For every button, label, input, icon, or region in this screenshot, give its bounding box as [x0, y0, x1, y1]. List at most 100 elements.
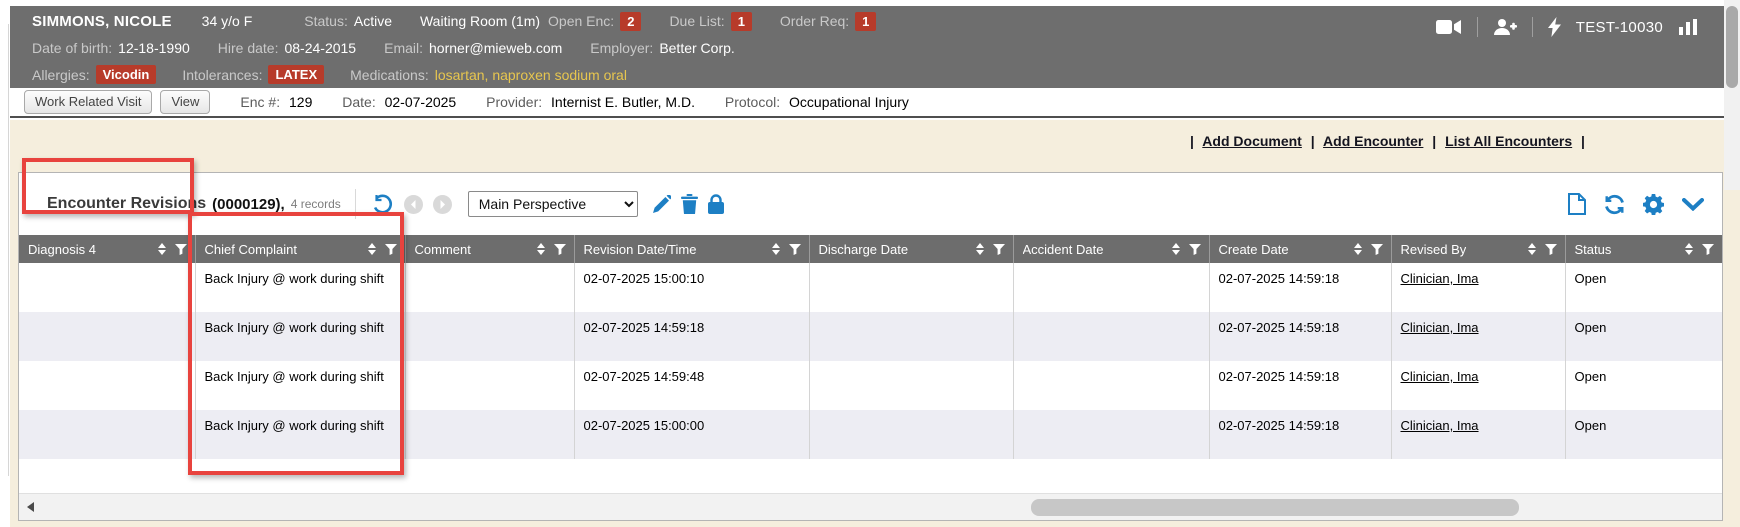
new-document-icon[interactable] [1568, 193, 1586, 215]
add-person-icon[interactable] [1493, 18, 1517, 36]
medications-value: losartan, naproxen sodium oral [435, 67, 627, 83]
filter-icon[interactable] [1702, 244, 1714, 255]
order-req-label: Order Req: [780, 13, 849, 29]
sort-icon[interactable] [158, 243, 166, 255]
collapse-chevron-icon[interactable] [1682, 198, 1704, 211]
column-header-comment[interactable]: Comment [405, 235, 574, 263]
sort-icon[interactable] [1172, 243, 1180, 255]
column-header-chief_complaint[interactable]: Chief Complaint [195, 235, 405, 263]
cell-comment [405, 361, 574, 410]
link-separator: | [1190, 133, 1194, 149]
hire-date-label: Hire date: [218, 40, 279, 56]
sort-icon[interactable] [772, 243, 780, 255]
column-header-revision_datetime[interactable]: Revision Date/Time [574, 235, 809, 263]
filter-icon[interactable] [1189, 244, 1201, 255]
edit-perspective-button[interactable] [652, 195, 671, 214]
column-label: Chief Complaint [205, 242, 298, 257]
add-document-link[interactable]: Add Document [1202, 133, 1302, 149]
video-call-icon[interactable] [1436, 19, 1462, 35]
cell-status: Open [1565, 410, 1722, 459]
enc-number-value: 129 [289, 94, 312, 110]
filter-icon[interactable] [175, 244, 187, 255]
refresh-icon[interactable] [1604, 194, 1625, 215]
table-row: Back Injury @ work during shift02-07-202… [19, 361, 1722, 410]
vertical-scrollbar-thumb[interactable] [1726, 6, 1738, 88]
filter-icon[interactable] [554, 244, 566, 255]
flowsheet-chart-icon[interactable] [1678, 19, 1698, 35]
column-header-discharge_date[interactable]: Discharge Date [809, 235, 1013, 263]
undo-button[interactable] [372, 194, 394, 214]
filter-icon[interactable] [789, 244, 801, 255]
filter-icon[interactable] [1545, 244, 1557, 255]
encounter-revisions-table: Diagnosis 4 Chief Complaint Comment Revisio… [19, 235, 1722, 459]
horizontal-scrollbar[interactable] [19, 493, 1722, 520]
open-enc-badge[interactable]: 2 [620, 12, 641, 31]
filter-icon[interactable] [993, 244, 1005, 255]
sort-icon[interactable] [1528, 243, 1536, 255]
column-label: Revision Date/Time [584, 242, 697, 257]
banner-icon-group: TEST-10030 [1436, 14, 1698, 40]
cell-revised_by: Clinician, Ima [1391, 410, 1565, 459]
sort-icon[interactable] [1685, 243, 1693, 255]
column-header-status[interactable]: Status [1565, 235, 1722, 263]
allergy-badge[interactable]: Vicodin [96, 65, 157, 84]
delete-perspective-button[interactable] [681, 194, 698, 214]
due-list-label: Due List: [669, 13, 724, 29]
revised-by-link[interactable]: Clinician, Ima [1401, 320, 1479, 335]
link-separator: | [1432, 133, 1436, 149]
sort-icon[interactable] [368, 243, 376, 255]
cell-diagnosis4 [19, 312, 195, 361]
list-all-encounters-link[interactable]: List All Encounters [1445, 133, 1572, 149]
lock-perspective-button[interactable] [708, 194, 724, 214]
panel-header: Encounter Revisions (0000129), 4 records… [19, 173, 1722, 235]
sort-icon[interactable] [1354, 243, 1362, 255]
panel-title: Encounter Revisions [47, 195, 206, 213]
cell-status: Open [1565, 263, 1722, 312]
cell-discharge_date [809, 263, 1013, 312]
vertical-scrollbar[interactable] [1724, 0, 1740, 190]
intolerance-badge[interactable]: LATEX [268, 65, 324, 84]
status-value: Active [354, 13, 392, 29]
work-related-visit-button[interactable]: Work Related Visit [24, 90, 152, 114]
cell-accident_date [1013, 361, 1209, 410]
view-button[interactable]: View [160, 90, 210, 114]
open-enc-label: Open Enc: [548, 13, 614, 29]
column-label: Comment [415, 242, 471, 257]
revised-by-link[interactable]: Clinician, Ima [1401, 271, 1479, 286]
column-header-create_date[interactable]: Create Date [1209, 235, 1391, 263]
due-list-badge[interactable]: 1 [731, 12, 752, 31]
history-back-button[interactable] [404, 195, 423, 214]
revised-by-link[interactable]: Clinician, Ima [1401, 418, 1479, 433]
emr-page: SIMMONS, NICOLE 34 y/o F Status: Active … [0, 0, 1740, 527]
link-separator: | [1311, 133, 1315, 149]
horizontal-scrollbar-thumb[interactable] [1031, 499, 1519, 516]
toolbar-divider [355, 189, 356, 219]
provider-label: Provider: [486, 94, 542, 110]
perspective-select[interactable]: Main Perspective [468, 191, 638, 217]
settings-gear-icon[interactable] [1643, 194, 1664, 215]
filter-icon[interactable] [1371, 244, 1383, 255]
column-header-revised_by[interactable]: Revised By [1391, 235, 1565, 263]
add-encounter-link[interactable]: Add Encounter [1323, 133, 1423, 149]
scroll-left-arrow-icon[interactable] [27, 502, 34, 512]
revised-by-link[interactable]: Clinician, Ima [1401, 369, 1479, 384]
cell-comment [405, 312, 574, 361]
sort-icon[interactable] [976, 243, 984, 255]
history-forward-button[interactable] [433, 195, 452, 214]
table-header-row: Diagnosis 4 Chief Complaint Comment Revisio… [19, 235, 1722, 263]
cell-accident_date [1013, 263, 1209, 312]
lightning-icon[interactable] [1548, 17, 1561, 37]
cell-accident_date [1013, 410, 1209, 459]
encounter-info: Enc #: 129 Date: 02-07-2025 Provider: In… [240, 94, 934, 110]
order-req-badge[interactable]: 1 [855, 12, 876, 31]
cell-discharge_date [809, 312, 1013, 361]
column-header-accident_date[interactable]: Accident Date [1013, 235, 1209, 263]
waiting-room-status[interactable]: Waiting Room (1m) [420, 13, 540, 29]
filter-icon[interactable] [385, 244, 397, 255]
sort-icon[interactable] [537, 243, 545, 255]
employer-value: Better Corp. [659, 40, 734, 56]
patient-age-sex: 34 y/o F [202, 13, 253, 29]
table-row: Back Injury @ work during shift02-07-202… [19, 410, 1722, 459]
email-value: horner@mieweb.com [429, 40, 562, 56]
column-header-diagnosis4[interactable]: Diagnosis 4 [19, 235, 195, 263]
